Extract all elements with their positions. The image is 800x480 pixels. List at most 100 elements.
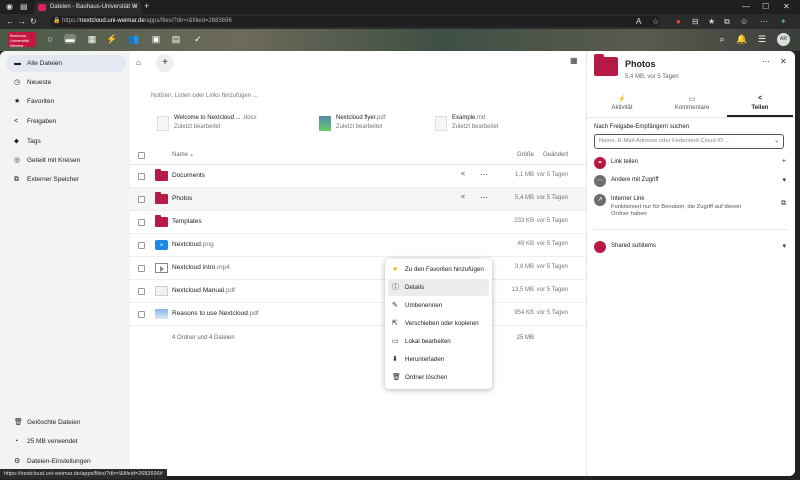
contacts-app-icon[interactable]: 👥 <box>128 34 140 45</box>
nav-item-shares[interactable]: < Freigaben <box>6 113 126 130</box>
menu-download[interactable]: ⬇ Herunterladen <box>388 351 489 368</box>
home-icon[interactable]: ⌂ <box>136 58 141 67</box>
nav-item-external-storage[interactable]: ⧉ Externer Speicher <box>6 171 126 188</box>
nav-item-recent[interactable]: ◷ Neueste <box>6 74 126 91</box>
browser-profile-icon[interactable]: ☺ <box>740 17 748 26</box>
copy-icon[interactable]: ⧉ <box>781 200 786 208</box>
file-row-templates[interactable]: Templates 233 KB vor 5 Tagen <box>130 211 586 234</box>
tab-comments[interactable]: ▭ Kommentare <box>659 95 725 117</box>
more-actions-icon[interactable]: ⋯ <box>480 170 488 179</box>
file-name[interactable]: Nextcloud.png <box>172 241 214 248</box>
file-row-photos[interactable]: Photos < ⋯ 5,4 MB vor 5 Tagen <box>130 188 586 211</box>
row-checkbox[interactable] <box>138 311 145 318</box>
reload-icon[interactable]: ↻ <box>30 17 37 26</box>
file-name[interactable]: Nextcloud intro.mp4 <box>172 264 230 271</box>
url-field[interactable]: 🔒 https://nextcloud.uni-weimar.de/apps/f… <box>50 16 660 27</box>
file-row-nextcloud-manual[interactable]: Nextcloud Manual.pdf 13,5 MB vor 5 Tagen <box>130 280 586 303</box>
share-icon[interactable]: < <box>461 194 465 201</box>
share-icon[interactable]: < <box>461 171 465 178</box>
rich-workspace-placeholder[interactable]: Notizen, Listen oder Links hinzufügen ..… <box>151 93 258 99</box>
maximize-icon[interactable]: ☐ <box>762 2 769 11</box>
nav-item-all-files[interactable]: ▬ Alle Dateien <box>6 55 126 72</box>
extension-icon[interactable]: ● <box>676 17 681 26</box>
menu-delete-folder[interactable]: 🗑 Ordner löschen <box>388 369 489 386</box>
menu-edit-locally[interactable]: ▭ Lokal bearbeiten <box>388 333 489 350</box>
forward-icon[interactable]: → <box>18 17 26 26</box>
row-checkbox[interactable] <box>138 265 145 272</box>
activity-app-icon[interactable]: ⚡ <box>106 34 118 45</box>
select-all-checkbox[interactable] <box>138 152 145 159</box>
nav-item-circles[interactable]: ◎ Geteilt mit Kreisen <box>6 152 126 169</box>
sidebar-menu-icon[interactable]: ⋯ <box>762 57 770 66</box>
university-logo[interactable]: Bauhaus-Universität Weimar <box>8 32 36 48</box>
grid-view-icon[interactable]: ▦ <box>570 56 578 65</box>
tab-sharing[interactable]: < Teilen <box>727 95 793 117</box>
window-close-icon[interactable]: ✕ <box>783 2 790 11</box>
browser-tab[interactable]: Dateien - Bauhaus-Universität W ✕ <box>34 1 142 14</box>
favorites-bar-icon[interactable]: ★ <box>708 17 715 26</box>
sidebar-close-icon[interactable]: ✕ <box>780 57 787 66</box>
split-screen-icon[interactable]: ⊟ <box>692 17 699 26</box>
file-name[interactable]: Reasons to use Nextcloud.pdf <box>172 310 259 317</box>
file-name[interactable]: Photos <box>172 195 192 202</box>
file-row-nextcloud-png[interactable]: ∞ Nextcloud.png 49 KB vor 5 Tagen <box>130 234 586 257</box>
nav-item-favorites[interactable]: ★ Favoriten <box>6 93 126 110</box>
deck-app-icon[interactable]: ▤ <box>170 34 182 45</box>
nav-item-quota[interactable]: ◔ 25 MB verwendet <box>6 433 126 450</box>
row-checkbox[interactable] <box>138 196 145 203</box>
user-avatar[interactable]: AR <box>777 33 790 46</box>
menu-add-favorite[interactable]: ★ Zu den Favoriten hinzufügen <box>388 261 489 278</box>
menu-rename[interactable]: ✎ Umbenennen <box>388 297 489 314</box>
photos-app-icon[interactable]: ▦ <box>86 34 98 45</box>
files-app-icon[interactable]: ▬ <box>64 34 76 44</box>
expand-icon[interactable]: ▾ <box>782 176 786 184</box>
file-name[interactable]: Templates <box>172 218 202 225</box>
file-name[interactable]: Documents <box>172 172 205 179</box>
expand-icon[interactable]: ▾ <box>782 242 786 250</box>
nav-item-tags[interactable]: ⬥ Tags <box>6 133 126 150</box>
calendar-app-icon[interactable]: ▣ <box>150 34 162 45</box>
copilot-icon[interactable]: ✦ <box>780 17 787 26</box>
new-button[interactable]: + <box>156 54 174 72</box>
tab-actions-icon[interactable]: ▤ <box>20 2 28 11</box>
menu-details[interactable]: ⓘ Details <box>388 279 489 296</box>
internal-link-row[interactable]: ↗ Interner Link Funktioniert nur für Ben… <box>594 192 788 222</box>
new-tab-icon[interactable]: + <box>144 1 149 11</box>
favorite-star-icon[interactable]: ☆ <box>611 59 617 67</box>
file-name[interactable]: Nextcloud Manual.pdf <box>172 287 235 294</box>
row-checkbox[interactable] <box>138 219 145 226</box>
contacts-menu-icon[interactable]: ☰ <box>756 34 768 45</box>
column-name-header[interactable]: Name ▲ <box>172 152 194 158</box>
minimize-icon[interactable]: — <box>742 2 750 11</box>
tab-activity[interactable]: ⚡ Aktivität <box>589 95 655 117</box>
row-checkbox[interactable] <box>138 173 145 180</box>
file-row-documents[interactable]: Documents < ⋯ 1,1 MB vor 5 Tagen <box>130 165 586 188</box>
search-icon[interactable]: ⌕ <box>716 34 728 45</box>
menu-move-copy[interactable]: ⇱ Verschieben oder kopieren <box>388 315 489 332</box>
back-icon[interactable]: ← <box>6 17 14 26</box>
recent-file-card[interactable]: Nextcloud flyer.pdf Zuletzt bearbeitet <box>319 114 429 136</box>
others-access-row[interactable]: ⋯ Andere mit Zugriff ▾ <box>594 173 788 189</box>
column-modified-header[interactable]: Geändert <box>534 152 568 158</box>
add-link-icon[interactable]: + <box>782 158 786 165</box>
more-actions-icon[interactable]: ⋯ <box>480 193 488 202</box>
share-link-row[interactable]: ⚭ Link teilen + <box>594 155 788 171</box>
favorite-page-icon[interactable]: ☆ <box>652 17 659 26</box>
profile-icon[interactable]: ◉ <box>6 2 13 11</box>
browser-menu-icon[interactable]: ⋯ <box>760 17 768 26</box>
column-size-header[interactable]: Größe <box>500 152 534 158</box>
share-search-input[interactable]: Name, E-Mail-Adresse oder Federated-Clou… <box>594 134 784 149</box>
nav-item-deleted-files[interactable]: 🗑 Gelöschte Dateien <box>6 414 126 431</box>
dashboard-icon[interactable]: ○ <box>44 34 56 44</box>
recent-file-card[interactable]: Welcome to Nextcloud ... .docx Zuletzt b… <box>157 114 267 136</box>
nav-item-files-settings[interactable]: ⚙ Dateien-Einstellungen <box>6 453 126 470</box>
collections-icon[interactable]: ⧉ <box>724 17 730 27</box>
row-checkbox[interactable] <box>138 242 145 249</box>
tab-close-icon[interactable]: ✕ <box>133 1 138 14</box>
row-checkbox[interactable] <box>138 288 145 295</box>
file-row-nextcloud-intro[interactable]: Nextcloud intro.mp4 3,8 MB vor 5 Tagen <box>130 257 586 280</box>
tasks-app-icon[interactable]: ✓ <box>192 34 204 45</box>
shared-subitems-row[interactable]: Shared subitems ▾ <box>594 239 788 255</box>
file-row-reasons[interactable]: Reasons to use Nextcloud.pdf 954 KB vor … <box>130 303 586 326</box>
recent-file-card[interactable]: Example.md Zuletzt bearbeitet <box>435 114 545 136</box>
